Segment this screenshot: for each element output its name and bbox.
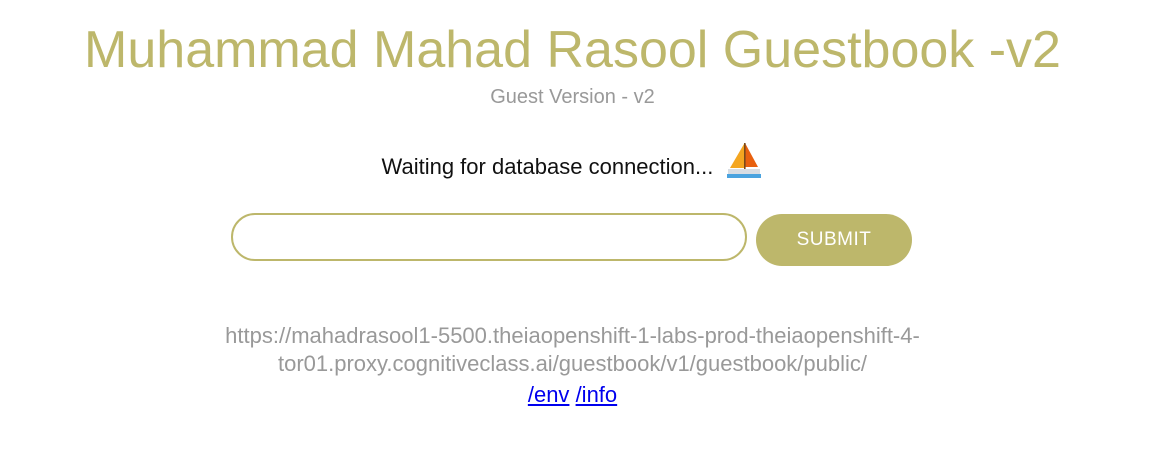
status-message: Waiting for database connection... [381, 153, 714, 179]
version-subtitle: Guest Version - v2 [490, 86, 655, 108]
service-url: https://mahadrasool1-5500.theiaopenshift… [0, 322, 1145, 378]
page-title: Muhammad Mahad Rasool Guestbook -v2 [84, 21, 1061, 79]
footer-links: /env /info [0, 381, 1145, 409]
env-link[interactable]: /env [528, 382, 570, 407]
guestbook-page: Muhammad Mahad Rasool Guestbook -v2 Gues… [0, 0, 1175, 466]
service-url-line2: tor01.proxy.cognitiveclass.ai/guestbook/… [277, 351, 868, 376]
status-line: Waiting for database connection... [0, 141, 1145, 192]
submit-button[interactable]: SUBMIT [756, 214, 912, 266]
sailboat-icon [725, 141, 763, 189]
service-url-line1: https://mahadrasool1-5500.theiaopenshift… [225, 323, 920, 348]
guestbook-entry-input[interactable] [231, 213, 747, 261]
info-link[interactable]: /info [576, 382, 618, 407]
guestbook-form: SUBMIT [231, 213, 921, 267]
